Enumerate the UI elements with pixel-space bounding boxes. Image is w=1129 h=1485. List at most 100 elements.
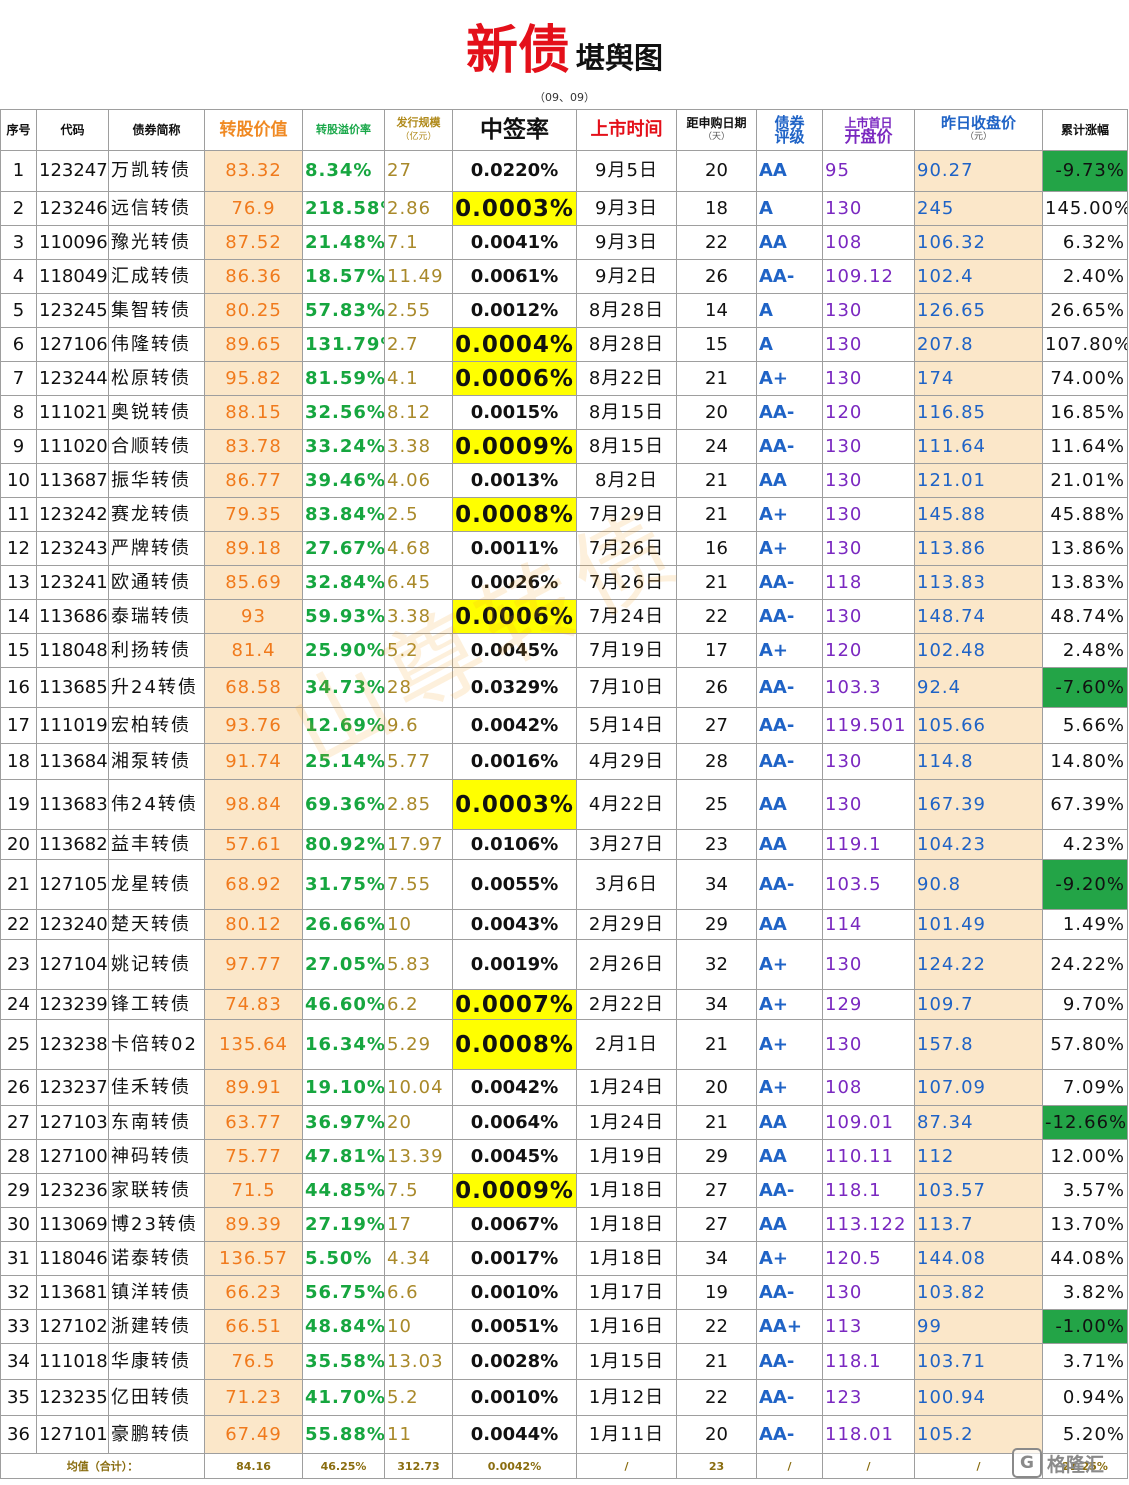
cell-date: 7月29日 [576,497,677,532]
cell-rate: 0.0010% [452,1275,577,1310]
cell-date: 9月3日 [576,191,677,226]
cell-premium: 12.69% [302,707,385,744]
cell-no: 17 [0,707,37,744]
cell-no: 5 [0,293,37,328]
cell-name: 诺泰转债 [108,1241,205,1276]
cell-size: 2.85 [384,779,453,830]
cell-chg: -9.20% [1042,859,1128,910]
cell-grade: AA- [756,565,823,600]
cell-code: 123246 [36,191,109,226]
table-row: 35 123235 亿田转债 71.23 41.70% 5.2 0.0010% 1月12日 22… [0,1379,1128,1416]
cell-chg: 21.01% [1042,463,1128,498]
cell-open: 108 [822,225,915,260]
cell-size: 7.55 [384,859,453,910]
cell-value: 89.18 [204,531,303,566]
cell-days: 17 [676,633,757,668]
cell-days: 21 [676,361,757,396]
cell-rate: 0.0106% [452,829,577,860]
cell-premium: 18.57% [302,259,385,294]
cell-no: 36 [0,1415,37,1454]
col-header-days: 距申购日期 （天） [676,109,757,151]
cell-premium: 27.05% [302,939,385,990]
cell-rate: 0.0045% [452,1139,577,1174]
cell-date: 8月22日 [576,361,677,396]
col-header-code: 代码 [36,109,109,151]
cell-premium: 41.70% [302,1379,385,1416]
table-row: 5 123245 集智转债 80.25 57.83% 2.55 0.0012% 8月28日 14… [0,293,1128,328]
cell-no: 10 [0,463,37,498]
cell-code: 127100 [36,1139,109,1174]
cell-no: 23 [0,939,37,990]
cell-rate: 0.0008% [452,497,577,532]
cell-no: 25 [0,1019,37,1070]
cell-name: 宏柏转债 [108,707,205,744]
cell-size: 2.7 [384,327,453,362]
cell-days: 29 [676,1139,757,1174]
cell-size: 8.12 [384,395,453,430]
cell-close: 100.94 [914,1379,1043,1416]
cell-chg: 6.32% [1042,225,1128,260]
table-row: 2123246远信转债76.9218.58%2.860.0003%9月3日18A… [0,191,1128,226]
cell-open: 114 [822,909,915,940]
cell-rate: 0.0043% [452,909,577,940]
col-header-change: 累计涨幅 [1042,109,1128,151]
cell-close: 101.49 [914,909,1043,940]
col-header-value: 转股价值 [204,109,303,151]
table-row: 7 123244 松原转债 95.82 81.59% 4.1 0.0006% 8月22日 21 A… [0,361,1128,396]
cell-open: 118.1 [822,1343,915,1380]
cell-size: 5.77 [384,743,453,780]
cell-chg: 14.80% [1042,743,1128,780]
cell-no: 12 [0,531,37,566]
cell-no: 34 [0,1343,37,1380]
cell-date: 5月14日 [576,707,677,744]
table-row: 17 111019 宏柏转债 93.76 12.69% 9.6 0.0042% 5月14日 27… [0,707,1128,744]
cell-open: 129 [822,989,915,1020]
col-header-close-unit: （元） [964,132,992,142]
cell-chg: 13.86% [1042,531,1128,566]
cell-name: 万凯转债 [108,150,205,192]
cell-size: 13.39 [384,1139,453,1174]
cell-chg: 1.49% [1042,909,1128,940]
cell-name: 家联转债 [108,1173,205,1208]
cell-rate: 0.0017% [452,1241,577,1276]
cell-close: 113.83 [914,565,1043,600]
cell-value: 135.64 [204,1019,303,1070]
cell-grade: A+ [756,531,823,566]
table-row: 27 127103 东南转债 63.77 36.97% 20 0.0064% 1月24日 21 A… [0,1105,1128,1140]
table-row: 36 127101 豪鹏转债 67.49 55.88% 11 0.0044% 1月11日 20 A… [0,1415,1128,1454]
table-row: 1 123247 万凯转债 83.32 8.34% 27 0.0220% 9月5日 20 AA 95… [0,150,1128,192]
cell-open: 120 [822,395,915,430]
cell-no: 14 [0,599,37,634]
cell-close: 107.09 [914,1069,1043,1106]
table-row: 8 111021 奥锐转债 88.15 32.56% 8.12 0.0015% 8月15日 20… [0,395,1128,430]
cell-no: 35 [0,1379,37,1416]
cell-close: 148.74 [914,599,1043,634]
cell-date: 8月28日 [576,293,677,328]
cell-days: 25 [676,779,757,830]
cell-days: 22 [676,1309,757,1344]
cell-premium: 5.50% [302,1241,385,1276]
cell-premium: 218.58% [302,191,385,226]
cell-value: 89.65 [204,327,303,362]
cell-rate: 0.0006% [452,361,577,396]
cell-premium: 81.59% [302,361,385,396]
cell-name: 浙建转债 [108,1309,205,1344]
cell-code: 123243 [36,531,109,566]
cell-close: 92.4 [914,667,1043,708]
table-row: 15 118048 利扬转债 81.4 25.90% 5.2 0.0045% 7月19日 17 A… [0,633,1128,668]
cell-date: 9月3日 [576,225,677,260]
col-header-grade-line2: 评级 [774,128,805,146]
cell-name: 亿田转债 [108,1379,205,1416]
col-header-date: 上市时间 [576,109,677,151]
cell-code: 113685 [36,667,109,708]
table-row: 6127106伟隆转债89.65131.79%2.70.0004%8月28日15… [0,327,1128,362]
cell-premium: 47.81% [302,1139,385,1174]
cell-name: 豫光转债 [108,225,205,260]
cell-value: 88.15 [204,395,303,430]
cell-grade: AA- [756,259,823,294]
cell-rate: 0.0006% [452,599,577,634]
cell-code: 111021 [36,395,109,430]
cell-date: 7月26日 [576,565,677,600]
cell-open: 130 [822,293,915,328]
cell-open: 118 [822,565,915,600]
